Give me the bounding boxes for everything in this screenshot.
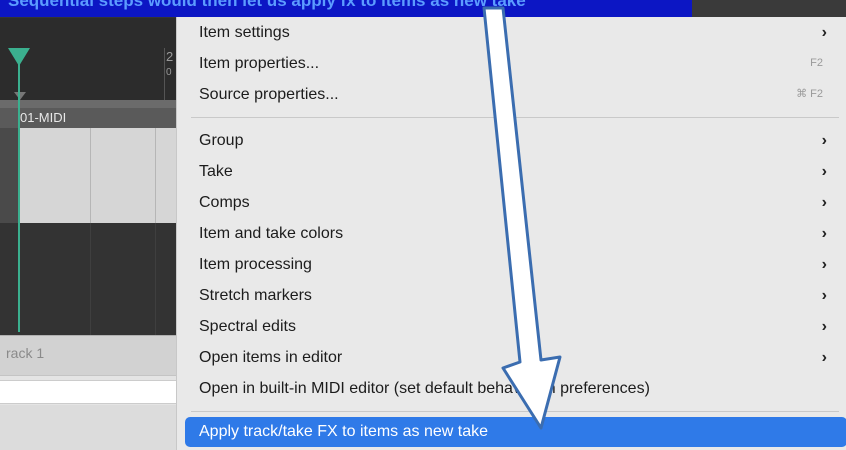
menu-item-label: Item properties... [199, 55, 320, 72]
menu-item-comps[interactable]: Comps › [199, 187, 839, 218]
track-name[interactable]: rack 1 [6, 345, 44, 361]
chevron-right-icon: › [821, 349, 827, 366]
chevron-right-icon: › [821, 132, 827, 149]
menu-item-item-settings[interactable]: Item settings › [199, 17, 839, 48]
ruler-number: 20 [166, 49, 174, 79]
menu-item-label: Item settings [199, 24, 290, 41]
menu-item-label: Comps [199, 194, 250, 211]
menu-item-open-in-midi-editor[interactable]: Open in built-in MIDI editor (set defaul… [199, 373, 839, 404]
context-menu: Item settings › Item properties... F2 So… [176, 17, 846, 450]
menu-item-label: Stretch markers [199, 287, 312, 304]
menu-item-source-properties[interactable]: Source properties... ⌘ F2 [199, 79, 839, 110]
chevron-right-icon: › [821, 287, 827, 304]
menu-item-take[interactable]: Take › [199, 156, 839, 187]
menu-item-label: Apply track/take FX to items as new take [199, 423, 489, 440]
menu-item-group[interactable]: Group › [199, 125, 839, 156]
menu-item-spectral-edits[interactable]: Spectral edits › [199, 311, 839, 342]
media-item-name: 01-MIDI [20, 110, 67, 125]
chevron-right-icon: › [821, 194, 827, 211]
empty-track-lane[interactable] [0, 223, 190, 335]
menu-item-label: Spectral edits [199, 318, 296, 335]
menu-item-label: Take [199, 163, 233, 180]
chevron-right-icon: › [821, 256, 827, 273]
annotation-caption: Sequential steps would then let us apply… [0, 0, 692, 17]
chevron-right-icon: › [821, 24, 827, 41]
menu-item-item-and-take-colors[interactable]: Item and take colors › [199, 218, 839, 249]
playhead-line [18, 60, 20, 332]
menu-item-label: Group [199, 132, 244, 149]
item-top-strip [0, 100, 190, 108]
track-input-field[interactable] [0, 380, 190, 404]
chevron-right-icon: › [821, 163, 827, 180]
shortcut-label: ⌘ F2 [796, 88, 823, 100]
menu-item-label: Item and take colors [199, 225, 344, 242]
menu-item-label: Item processing [199, 256, 312, 273]
grid-line [90, 223, 91, 335]
media-item-body[interactable] [20, 128, 190, 223]
item-edge [0, 128, 18, 223]
menu-item-apply-fx-as-new-take[interactable]: Apply track/take FX to items as new take [185, 417, 846, 447]
chevron-right-icon: › [821, 225, 827, 242]
menu-item-label: Open items in editor [199, 349, 343, 366]
chevron-right-icon: › [821, 318, 827, 335]
menu-item-label: Open in built-in MIDI editor (set defaul… [199, 380, 650, 397]
grid-line [155, 223, 156, 335]
menu-item-open-items-in-editor[interactable]: Open items in editor › [199, 342, 839, 373]
arrange-view[interactable]: 20 01-MIDI rack 1 [0, 0, 190, 450]
grid-line [155, 128, 156, 223]
menu-separator [191, 411, 839, 412]
menu-item-label: Source properties... [199, 86, 339, 103]
menu-item-stretch-markers[interactable]: Stretch markers › [199, 280, 839, 311]
caption-text: Sequential steps would then let us apply… [8, 0, 526, 10]
track-panel-bottom [0, 405, 190, 450]
shortcut-label: F2 [810, 57, 823, 69]
menu-separator [191, 117, 839, 118]
grid-line [90, 128, 91, 223]
loop-marker-icon[interactable] [14, 92, 26, 100]
menu-item-item-properties[interactable]: Item properties... F2 [199, 48, 839, 79]
menu-item-item-processing[interactable]: Item processing › [199, 249, 839, 280]
